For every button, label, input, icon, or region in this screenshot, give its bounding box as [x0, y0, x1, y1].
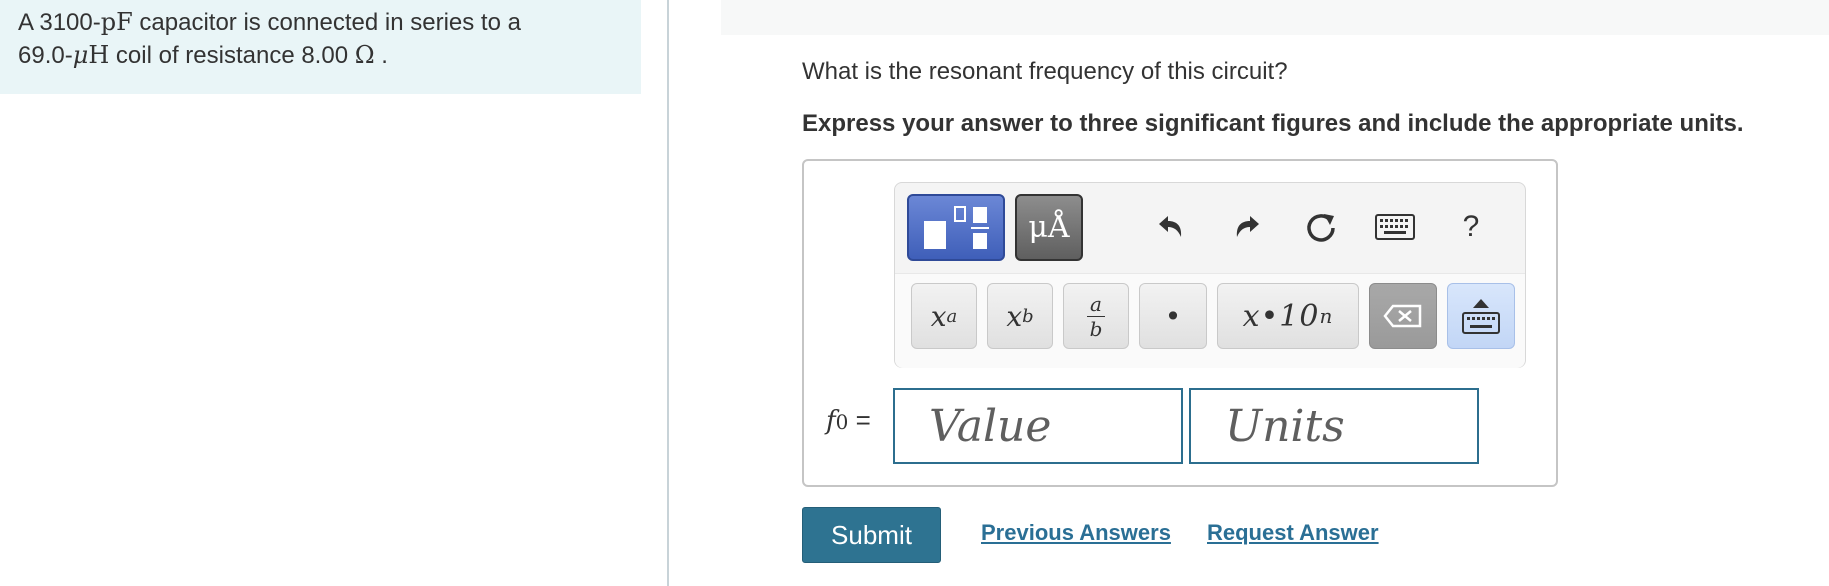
undo-icon [1159, 216, 1182, 237]
scientific-notation-key[interactable]: x•10 n [1217, 283, 1359, 349]
backspace-icon [1383, 304, 1422, 328]
subscript-key[interactable]: xb [987, 283, 1053, 349]
keyboard-button[interactable] [1369, 199, 1421, 255]
unit-pf: pF [100, 8, 133, 36]
keyboard-icon [1375, 214, 1415, 240]
unit-h: H [88, 41, 110, 69]
keyboard-toggle-key[interactable] [1447, 283, 1515, 349]
reset-button[interactable] [1295, 199, 1347, 255]
arrow-up-icon [1473, 299, 1489, 308]
help-button[interactable]: ? [1445, 199, 1497, 255]
submit-button[interactable]: Submit [802, 507, 941, 563]
superscript-key[interactable]: xa [911, 283, 977, 349]
problem-line-2: 69.0-μH coil of resistance 8.00 Ω . [18, 41, 388, 69]
problem-line-1: A 3100-pF capacitor is connected in seri… [18, 8, 521, 36]
units-icon: μÅ [1028, 210, 1070, 245]
instruction-text: Express your answer to three significant… [802, 110, 1744, 137]
problem-statement: A 3100-pF capacitor is connected in seri… [0, 0, 641, 94]
value-input[interactable] [893, 388, 1183, 464]
mu-symbol: μ [72, 41, 89, 69]
templates-button[interactable] [907, 194, 1005, 261]
column-divider [667, 0, 669, 586]
keyboard-icon [1462, 312, 1500, 334]
units-input[interactable] [1189, 388, 1479, 464]
previous-answers-link[interactable]: Previous Answers [981, 520, 1171, 546]
math-toolbar: μÅ ? x a x b a b • x•10 n [894, 182, 1526, 368]
question-text: What is the resonant frequency of this c… [802, 58, 1288, 85]
units-button[interactable]: μÅ [1015, 194, 1083, 261]
request-answer-link[interactable]: Request Answer [1207, 520, 1379, 546]
backspace-key[interactable] [1369, 283, 1437, 349]
frequency-label: f0 = [826, 405, 871, 436]
answer-box: μÅ ? x a x b a b • x•10 n f0 = Value Uni… [802, 159, 1558, 487]
ohm-symbol: Ω [354, 41, 375, 69]
reset-icon [1307, 214, 1335, 242]
header-strip [721, 0, 1829, 35]
redo-icon [1236, 216, 1259, 237]
fraction-key[interactable]: a b [1063, 283, 1129, 349]
multiply-dot-key[interactable]: • [1139, 283, 1207, 349]
help-icon: ? [1462, 210, 1480, 243]
undo-button[interactable] [1145, 199, 1197, 255]
templates-icon [924, 205, 989, 249]
redo-button[interactable] [1221, 199, 1273, 255]
